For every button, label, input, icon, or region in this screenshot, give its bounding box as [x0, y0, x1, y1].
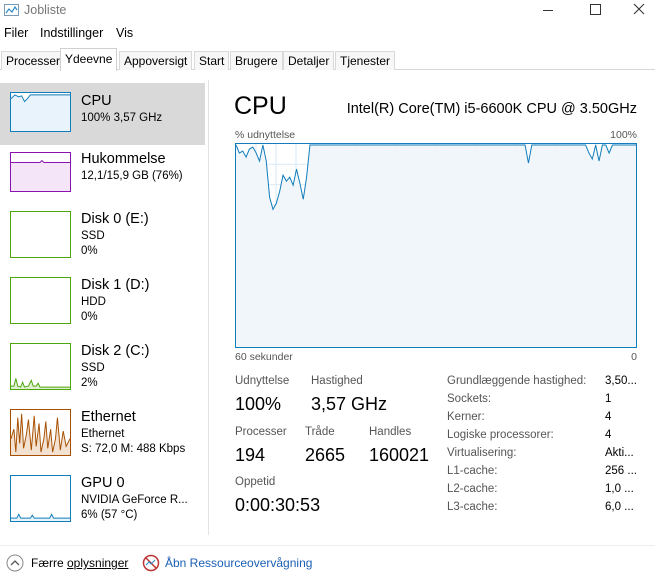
graph-y-label: % udnyttelse [235, 129, 296, 141]
fewer-details-link[interactable]: Færre oplysninger [31, 556, 128, 570]
info-label-l1-cache: L1-cache: [447, 465, 498, 477]
info-value-virtualization: Akti... [605, 447, 634, 459]
cpu-usage-area [236, 145, 636, 347]
fewer-details-underlined: oplysninger [67, 556, 129, 570]
threads-label: Tråde [305, 426, 335, 438]
cpu-model-name: Intel(R) Core(TM) i5-6600K CPU @ 3.50GHz [346, 101, 637, 117]
tab-strip: Processer Ydeevne Appoversigt Start Brug… [0, 48, 655, 71]
info-label-base-speed: Grundlæggende hastighed: [447, 375, 587, 387]
handles-value: 160021 [369, 445, 430, 465]
sidebar-item-detail: NVIDIA GeForce R... [81, 494, 188, 506]
sidebar-item-cpu[interactable]: CPU 100% 3,57 GHz [0, 83, 205, 145]
sidebar-divider [208, 80, 209, 535]
tab-services[interactable]: Tjenester [335, 51, 396, 70]
info-value-logical-processors: 4 [605, 429, 612, 441]
menu-options[interactable]: Indstillinger [40, 26, 103, 40]
cpu-utilization-chart [235, 143, 637, 348]
sidebar-item-disk-1[interactable]: Disk 1 (D:) HDD 0% [0, 275, 205, 337]
info-label-logical-processors: Logiske processorer: [447, 429, 554, 441]
tab-app-history[interactable]: Appoversigt [119, 51, 193, 70]
sidebar-item-ethernet[interactable]: Ethernet Ethernet S: 72,0 M: 488 Kbps [0, 407, 205, 469]
sidebar-item-title: Hukommelse [81, 151, 166, 167]
utilization-value: 100% [235, 394, 282, 414]
disk-2-thumbnail [10, 343, 71, 390]
window-title: Jobliste [24, 3, 67, 17]
maximize-icon[interactable] [585, 1, 605, 19]
tab-users[interactable]: Brugere [230, 51, 283, 70]
processes-value: 194 [235, 445, 266, 465]
task-manager-icon [4, 4, 19, 16]
utilization-label: Udnyttelse [235, 375, 290, 387]
speed-label: Hastighed [311, 375, 363, 387]
disk-0-thumbnail [10, 211, 71, 258]
sidebar-item-detail: Ethernet [81, 428, 125, 440]
info-label-sockets: Sockets: [447, 393, 492, 405]
sidebar-item-detail: SSD [81, 230, 105, 242]
tab-startup[interactable]: Start [194, 51, 230, 70]
memory-thumbnail [10, 152, 71, 192]
sidebar-item-title: Disk 1 (D:) [81, 277, 150, 293]
sidebar-item-title: CPU [81, 93, 112, 109]
sidebar-item-usage: 6% (57 °C) [81, 509, 138, 521]
sidebar-item-memory[interactable]: Hukommelse 12,1/15,9 GB (76%) [0, 148, 205, 210]
info-label-cores: Kerner: [447, 411, 485, 423]
sidebar-item-disk-0[interactable]: Disk 0 (E:) SSD 0% [0, 209, 205, 271]
info-value-l2-cache: 1,0 ... [605, 483, 634, 495]
sidebar-item-detail: 12,1/15,9 GB (76%) [81, 170, 183, 182]
sidebar-item-detail: SSD [81, 362, 105, 374]
gpu-thumbnail [10, 475, 71, 522]
graph-x-end-label: 0 [631, 351, 637, 363]
ethernet-thumbnail [10, 409, 71, 456]
menu-file[interactable]: Filer [4, 26, 28, 40]
graph-y-max-label: 100% [610, 129, 637, 141]
sidebar-item-title: GPU 0 [81, 475, 125, 491]
minimize-icon[interactable] [538, 1, 558, 19]
menu-view[interactable]: Vis [116, 26, 133, 40]
resource-sidebar: CPU 100% 3,57 GHz Hukommelse 12,1/15,9 G… [0, 80, 205, 535]
info-label-virtualization: Virtualisering: [447, 447, 517, 459]
info-value-cores: 4 [605, 411, 612, 423]
footer-bar: Færre oplysninger Åbn Ressourceovervågni… [0, 545, 655, 578]
disk-1-thumbnail [10, 277, 71, 324]
sidebar-item-gpu-0[interactable]: GPU 0 NVIDIA GeForce R... 6% (57 °C) [0, 473, 205, 535]
cpu-thumbnail [10, 92, 71, 132]
processes-label: Processer [235, 426, 287, 438]
info-value-base-speed: 3,50... [605, 375, 637, 387]
sidebar-item-title: Ethernet [81, 409, 136, 425]
sidebar-item-disk-2[interactable]: Disk 2 (C:) SSD 2% [0, 341, 205, 403]
sidebar-item-usage: 0% [81, 245, 98, 257]
sidebar-item-detail: 100% 3,57 GHz [81, 112, 163, 124]
sidebar-item-throughput: S: 72,0 M: 488 Kbps [81, 443, 186, 455]
open-resource-monitor-link[interactable]: Åbn Ressourceovervågning [165, 556, 312, 570]
info-value-sockets: 1 [605, 393, 612, 405]
sidebar-item-detail: HDD [81, 296, 106, 308]
sidebar-item-usage: 0% [81, 311, 98, 323]
info-value-l1-cache: 256 ... [605, 465, 637, 477]
graph-x-label: 60 sekunder [235, 351, 293, 363]
sidebar-item-usage: 2% [81, 377, 98, 389]
info-value-l3-cache: 6,0 ... [605, 501, 634, 513]
info-label-l3-cache: L3-cache: [447, 501, 498, 513]
chevron-up-icon[interactable] [6, 554, 24, 572]
close-icon[interactable] [629, 1, 649, 19]
tab-performance[interactable]: Ydeevne [60, 48, 118, 71]
title-bar: Jobliste [0, 0, 655, 22]
resource-monitor-icon [142, 554, 160, 572]
sidebar-item-title: Disk 0 (E:) [81, 211, 149, 227]
uptime-value: 0:00:30:53 [235, 495, 321, 515]
tab-details[interactable]: Detaljer [283, 51, 335, 70]
sidebar-item-title: Disk 2 (C:) [81, 343, 150, 359]
speed-value: 3,57 GHz [311, 394, 388, 414]
page-title: CPU [234, 92, 287, 120]
tab-processes[interactable]: Processer [1, 51, 66, 70]
fewer-details-prefix: Færre [31, 556, 67, 570]
uptime-label: Oppetid [235, 476, 276, 488]
info-label-l2-cache: L2-cache: [447, 483, 498, 495]
threads-value: 2665 [305, 445, 346, 465]
handles-label: Handles [369, 426, 412, 438]
